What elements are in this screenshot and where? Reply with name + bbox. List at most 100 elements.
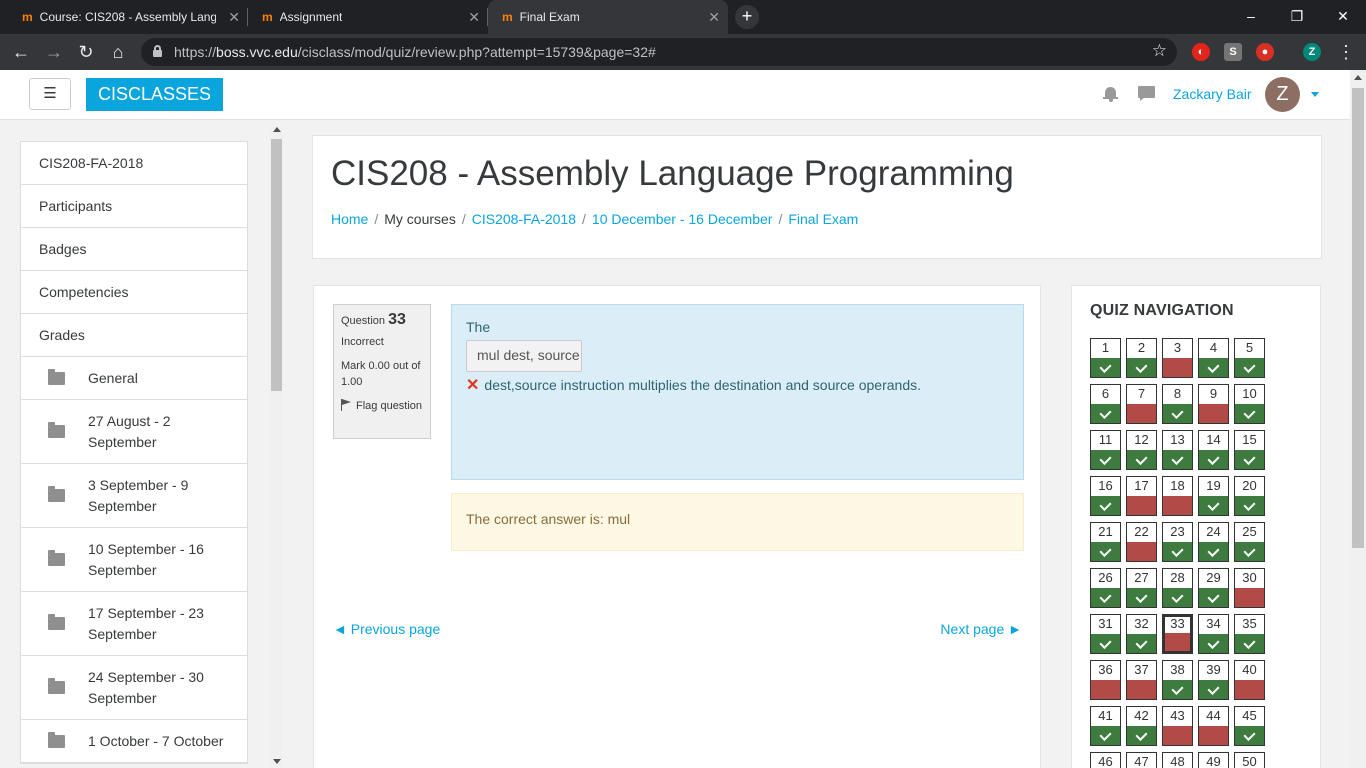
extension-red-icon[interactable]: ◐ <box>1192 43 1210 61</box>
close-window-icon[interactable]: ✕ <box>1320 0 1366 34</box>
drawer-item-section[interactable]: 3 September - 9 September <box>21 464 247 528</box>
new-tab-button[interactable]: + <box>735 5 759 29</box>
page-scrollbar[interactable] <box>1350 70 1366 768</box>
quiz-nav-button[interactable]: 9 <box>1198 384 1229 424</box>
quiz-nav-button[interactable]: 48 <box>1162 752 1193 768</box>
quiz-nav-button[interactable]: 33 <box>1162 614 1193 654</box>
quiz-nav-button[interactable]: 50 <box>1234 752 1265 768</box>
maximize-icon[interactable]: ❐ <box>1274 0 1320 34</box>
next-page-link[interactable]: Next page ► <box>940 621 1022 637</box>
quiz-nav-button[interactable]: 3 <box>1162 338 1193 378</box>
breadcrumb-course[interactable]: CIS208-FA-2018 <box>472 211 576 227</box>
drawer-scroll-thumb[interactable] <box>271 139 282 391</box>
url-text[interactable]: https://boss.vvc.edu/cisclass/mod/quiz/r… <box>174 44 656 60</box>
quiz-nav-button[interactable]: 31 <box>1090 614 1121 654</box>
extension-s-icon[interactable]: S <box>1224 43 1242 61</box>
quiz-nav-button[interactable]: 14 <box>1198 430 1229 470</box>
quiz-nav-button[interactable]: 29 <box>1198 568 1229 608</box>
quiz-nav-button[interactable]: 40 <box>1234 660 1265 700</box>
drawer-item-participants[interactable]: Participants <box>21 185 247 228</box>
scroll-down-icon[interactable] <box>273 759 281 764</box>
quiz-nav-button[interactable]: 6 <box>1090 384 1121 424</box>
close-tab-icon[interactable]: ✕ <box>468 9 480 26</box>
quiz-nav-button[interactable]: 36 <box>1090 660 1121 700</box>
user-name[interactable]: Zackary Bair <box>1173 86 1252 102</box>
quiz-nav-button[interactable]: 2 <box>1126 338 1157 378</box>
minimize-icon[interactable]: – <box>1228 0 1274 34</box>
forward-icon[interactable]: → <box>42 40 66 64</box>
site-brand-link[interactable]: CISCLASSES <box>86 78 223 111</box>
browser-tab-final-exam[interactable]: m Final Exam ✕ <box>488 0 728 34</box>
quiz-nav-button[interactable]: 46 <box>1090 752 1121 768</box>
quiz-nav-button[interactable]: 43 <box>1162 706 1193 746</box>
quiz-nav-button[interactable]: 13 <box>1162 430 1193 470</box>
quiz-nav-button[interactable]: 39 <box>1198 660 1229 700</box>
quiz-nav-button[interactable]: 37 <box>1126 660 1157 700</box>
flag-question-toggle[interactable]: Flag question <box>341 398 423 414</box>
quiz-nav-button[interactable]: 22 <box>1126 522 1157 562</box>
reload-icon[interactable]: ↻ <box>74 40 98 64</box>
quiz-nav-button[interactable]: 47 <box>1126 752 1157 768</box>
quiz-nav-button[interactable]: 49 <box>1198 752 1229 768</box>
drawer-item-section[interactable]: 17 September - 23 September <box>21 592 247 656</box>
quiz-nav-button[interactable]: 17 <box>1126 476 1157 516</box>
drawer-item-section[interactable]: 24 September - 30 September <box>21 656 247 720</box>
quiz-nav-button[interactable]: 16 <box>1090 476 1121 516</box>
drawer-item-badges[interactable]: Badges <box>21 228 247 271</box>
quiz-nav-button[interactable]: 32 <box>1126 614 1157 654</box>
page-scroll-thumb[interactable] <box>1352 88 1364 548</box>
profile-avatar-icon[interactable]: Z <box>1303 43 1321 61</box>
browser-tab-assignment[interactable]: m Assignment ✕ <box>248 0 488 34</box>
quiz-nav-button[interactable]: 26 <box>1090 568 1121 608</box>
drawer-item-course[interactable]: CIS208-FA-2018 <box>21 142 247 185</box>
quiz-nav-button[interactable]: 44 <box>1198 706 1229 746</box>
quiz-nav-button[interactable]: 21 <box>1090 522 1121 562</box>
extension-shield-icon[interactable]: ● <box>1256 43 1274 61</box>
drawer-item-section[interactable]: General <box>21 357 247 400</box>
drawer-toggle-button[interactable]: ☰ <box>29 78 71 110</box>
quiz-nav-button[interactable]: 35 <box>1234 614 1265 654</box>
quiz-nav-button[interactable]: 28 <box>1162 568 1193 608</box>
breadcrumb-activity[interactable]: Final Exam <box>788 211 858 227</box>
quiz-nav-button[interactable]: 30 <box>1234 568 1265 608</box>
quiz-nav-button[interactable]: 12 <box>1126 430 1157 470</box>
drawer-item-section[interactable]: 1 October - 7 October <box>21 720 247 763</box>
drawer-item-grades[interactable]: Grades <box>21 314 247 357</box>
drawer-item-section[interactable]: 27 August - 2 September <box>21 400 247 464</box>
back-icon[interactable]: ← <box>9 40 33 64</box>
browser-tab-course[interactable]: m Course: CIS208 - Assembly Language Pro… <box>8 0 248 34</box>
quiz-nav-button[interactable]: 8 <box>1162 384 1193 424</box>
quiz-nav-button[interactable]: 5 <box>1234 338 1265 378</box>
breadcrumb-section[interactable]: 10 December - 16 December <box>592 211 773 227</box>
close-tab-icon[interactable]: ✕ <box>228 9 240 26</box>
quiz-nav-button[interactable]: 45 <box>1234 706 1265 746</box>
breadcrumb-home[interactable]: Home <box>331 211 368 227</box>
answer-input[interactable]: mul dest, source <box>466 340 582 372</box>
messages-icon[interactable] <box>1138 86 1155 101</box>
bookmark-star-icon[interactable]: ☆ <box>1152 41 1167 61</box>
drawer-item-competencies[interactable]: Competencies <box>21 271 247 314</box>
user-menu-caret-icon[interactable] <box>1311 92 1319 97</box>
quiz-nav-button[interactable]: 25 <box>1234 522 1265 562</box>
quiz-nav-button[interactable]: 20 <box>1234 476 1265 516</box>
quiz-nav-button[interactable]: 15 <box>1234 430 1265 470</box>
quiz-nav-button[interactable]: 27 <box>1126 568 1157 608</box>
browser-menu-icon[interactable]: ⋮ <box>1334 40 1358 64</box>
notifications-bell-icon[interactable] <box>1103 86 1118 102</box>
quiz-nav-button[interactable]: 11 <box>1090 430 1121 470</box>
quiz-nav-button[interactable]: 23 <box>1162 522 1193 562</box>
user-avatar[interactable]: Z <box>1265 77 1300 112</box>
drawer-item-section[interactable]: 10 September - 16 September <box>21 528 247 592</box>
quiz-nav-button[interactable]: 42 <box>1126 706 1157 746</box>
quiz-nav-button[interactable]: 34 <box>1198 614 1229 654</box>
quiz-nav-button[interactable]: 18 <box>1162 476 1193 516</box>
previous-page-link[interactable]: ◄ Previous page <box>333 621 440 637</box>
quiz-nav-button[interactable]: 41 <box>1090 706 1121 746</box>
address-bar[interactable]: https://boss.vvc.edu/cisclass/mod/quiz/r… <box>141 38 1177 66</box>
scroll-up-icon[interactable] <box>1354 75 1362 80</box>
quiz-nav-button[interactable]: 38 <box>1162 660 1193 700</box>
quiz-nav-button[interactable]: 4 <box>1198 338 1229 378</box>
quiz-nav-button[interactable]: 19 <box>1198 476 1229 516</box>
quiz-nav-button[interactable]: 7 <box>1126 384 1157 424</box>
scroll-up-icon[interactable] <box>273 127 281 132</box>
